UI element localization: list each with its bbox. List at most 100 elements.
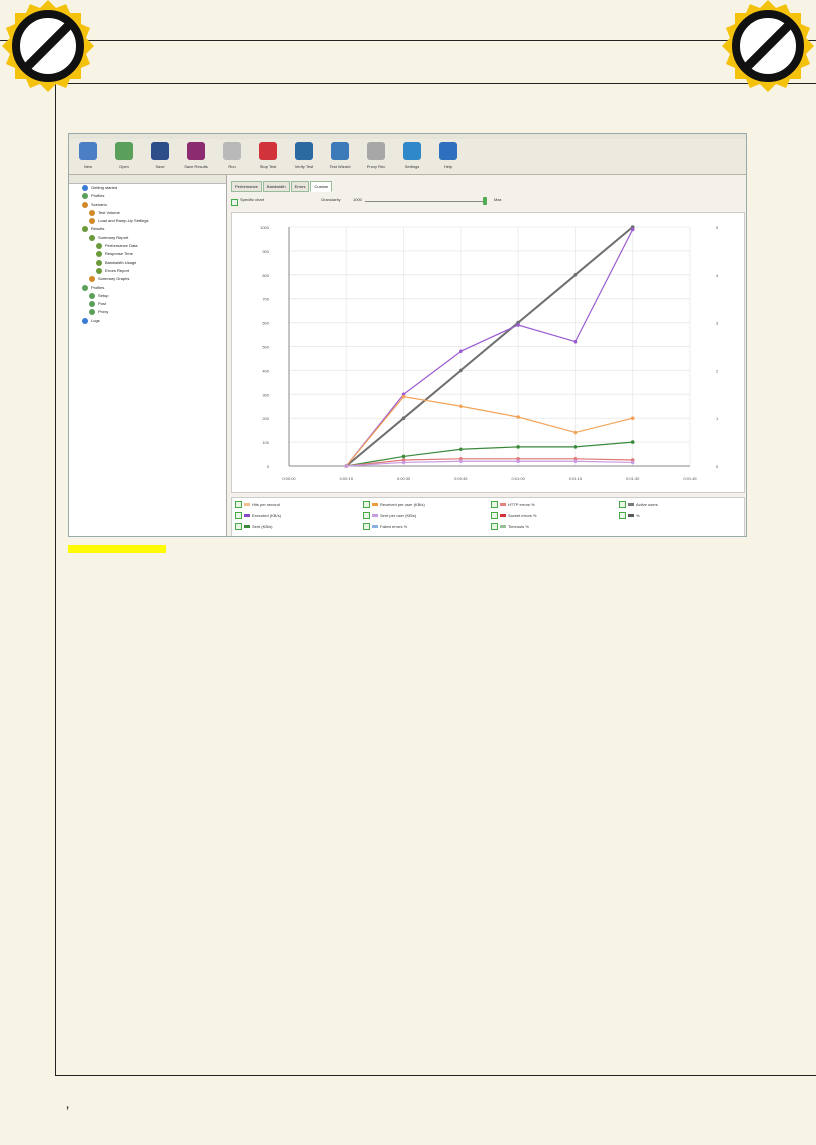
data-point xyxy=(401,394,406,399)
legend-item[interactable]: Sent per user (KB/s) xyxy=(363,511,416,520)
verify-test-button[interactable]: Verify Test xyxy=(289,139,319,175)
legend-checkbox[interactable] xyxy=(235,512,242,520)
tree-item-getting-started[interactable]: Getting started xyxy=(69,184,226,192)
data-point xyxy=(401,460,406,465)
legend-label: Received per user (KB/s) xyxy=(380,502,425,507)
data-point xyxy=(516,415,520,419)
run-button[interactable]: Run xyxy=(217,139,247,175)
legend-item[interactable]: Timeouts % xyxy=(491,522,529,531)
data-point xyxy=(459,349,463,354)
legend-item[interactable]: Sent (KB/s) xyxy=(235,522,272,531)
legend-item[interactable]: Executed (KB/s) xyxy=(235,511,281,520)
tree-item-setup[interactable]: Setup xyxy=(69,292,226,300)
tree-item-profiles[interactable]: Profiles xyxy=(69,192,226,200)
chart-controls: Specific chart Granularity 1000 Max xyxy=(231,197,741,207)
legend-swatch xyxy=(244,514,250,518)
y2-tick-label: 3 xyxy=(716,321,719,326)
tree-item-test-volume[interactable]: Test Volume xyxy=(69,209,226,217)
legend-checkbox[interactable] xyxy=(491,512,498,520)
legend-checkbox[interactable] xyxy=(363,501,370,509)
tree-item-summary-graphs[interactable]: Summary Graphs xyxy=(69,275,226,283)
legend-label: HTTP errors % xyxy=(508,502,535,507)
tree-node-icon xyxy=(82,284,88,291)
tree-node-icon xyxy=(82,201,88,208)
tree-item-response-time[interactable]: Response Time xyxy=(69,250,226,258)
x-tick-label: 0:00:30 xyxy=(397,476,411,481)
legend-swatch xyxy=(500,525,506,529)
tree-node-icon xyxy=(82,193,88,200)
specific-chart-checkbox[interactable] xyxy=(231,199,238,206)
legend-checkbox[interactable] xyxy=(235,501,242,509)
data-point xyxy=(516,459,520,464)
open-button[interactable]: Open xyxy=(109,139,139,175)
tree-item-label: Post xyxy=(98,301,107,307)
legend-item[interactable]: Socket errors % xyxy=(491,511,536,520)
legend-checkbox[interactable] xyxy=(491,523,498,531)
data-point xyxy=(401,416,406,420)
no-entry-sign-left-icon xyxy=(2,0,94,92)
legend-checkbox[interactable] xyxy=(619,501,626,509)
stop-test-button[interactable]: Stop Test xyxy=(253,139,283,175)
tab-bandwidth[interactable]: Bandwidth xyxy=(262,181,290,192)
tree-item-post[interactable]: Post xyxy=(69,300,226,308)
tab-custom[interactable]: Custom xyxy=(310,181,333,192)
legend-item[interactable]: HTTP errors % xyxy=(491,500,535,509)
help-button[interactable]: Help xyxy=(433,139,463,175)
new-button[interactable]: New xyxy=(73,139,103,175)
data-point xyxy=(630,440,635,444)
legend-item[interactable]: % xyxy=(619,511,640,520)
tree-item-bandwidth-usage[interactable]: Bandwidth Usage xyxy=(69,259,226,267)
legend-item[interactable]: Failed errors % xyxy=(363,522,407,531)
tab-errors[interactable]: Errors xyxy=(290,181,310,192)
data-point xyxy=(459,404,463,409)
tree-item-load-and-ramp-up-settings[interactable]: Load and Ramp-Up Settings xyxy=(69,217,226,225)
data-point xyxy=(630,416,635,420)
proxy-rec-button[interactable]: Proxy Rec xyxy=(361,139,391,175)
granularity-slider-handle[interactable] xyxy=(483,197,487,205)
toolbar-button-label: Save Results xyxy=(184,164,208,169)
tab-performance[interactable]: Performance xyxy=(231,181,262,192)
legend-label: Hits per second xyxy=(252,502,280,507)
legend-checkbox[interactable] xyxy=(491,501,498,509)
legend-item[interactable]: Hits per second xyxy=(235,500,280,509)
legend-item[interactable]: Received per user (KB/s) xyxy=(363,500,425,509)
tree-item-proxy[interactable]: Proxy xyxy=(69,308,226,316)
legend-item[interactable]: Active users xyxy=(619,500,658,509)
open-folder-icon xyxy=(115,142,133,160)
toolbar-button-label: Test Wizard xyxy=(329,164,351,169)
legend-checkbox[interactable] xyxy=(363,523,370,531)
tree-node-icon xyxy=(96,251,102,258)
granularity-slider-track[interactable] xyxy=(365,201,485,202)
y-tick-label: 500 xyxy=(262,345,269,350)
tree-node-icon xyxy=(89,301,95,308)
data-point xyxy=(516,323,520,327)
save-icon xyxy=(151,142,169,160)
granularity-unit: Max xyxy=(494,197,502,202)
tree-node-icon xyxy=(96,243,102,250)
toolbar-button-label: Settings xyxy=(404,164,420,169)
tree-item-scenario[interactable]: Scenario xyxy=(69,201,226,209)
tree-item-label: Getting started xyxy=(91,185,118,190)
tree-item-results[interactable]: Results xyxy=(69,225,226,233)
legend-checkbox[interactable] xyxy=(363,512,370,520)
tree-item-errors-report[interactable]: Errors Report xyxy=(69,267,226,275)
tree-item-performance-data[interactable]: Performance Data xyxy=(69,242,226,250)
legend-checkbox[interactable] xyxy=(619,512,626,520)
test-wizard-button[interactable]: Test Wizard xyxy=(325,139,355,175)
series-line xyxy=(346,441,633,467)
tree-node-icon xyxy=(96,259,102,266)
save-button[interactable]: Save xyxy=(145,139,175,175)
tab-strip: Performance Bandwidth Errors Custom xyxy=(231,181,333,192)
legend-label: Timeouts % xyxy=(508,524,529,529)
tree-item-label: Summary Graphs xyxy=(98,276,130,282)
legend-label: Socket errors % xyxy=(508,513,537,518)
tree-item-profiles[interactable]: Profiles xyxy=(69,284,226,292)
data-point xyxy=(630,227,635,232)
proxy-icon xyxy=(367,142,385,160)
tree-item-logs[interactable]: Logs xyxy=(69,317,226,325)
legend-checkbox[interactable] xyxy=(235,523,242,531)
tree-item-summary-report[interactable]: Summary Report xyxy=(69,234,226,242)
settings-button[interactable]: Settings xyxy=(397,139,427,175)
save-results-button[interactable]: Save Results xyxy=(181,139,211,175)
tree-item-label: Test Volume xyxy=(98,209,120,215)
